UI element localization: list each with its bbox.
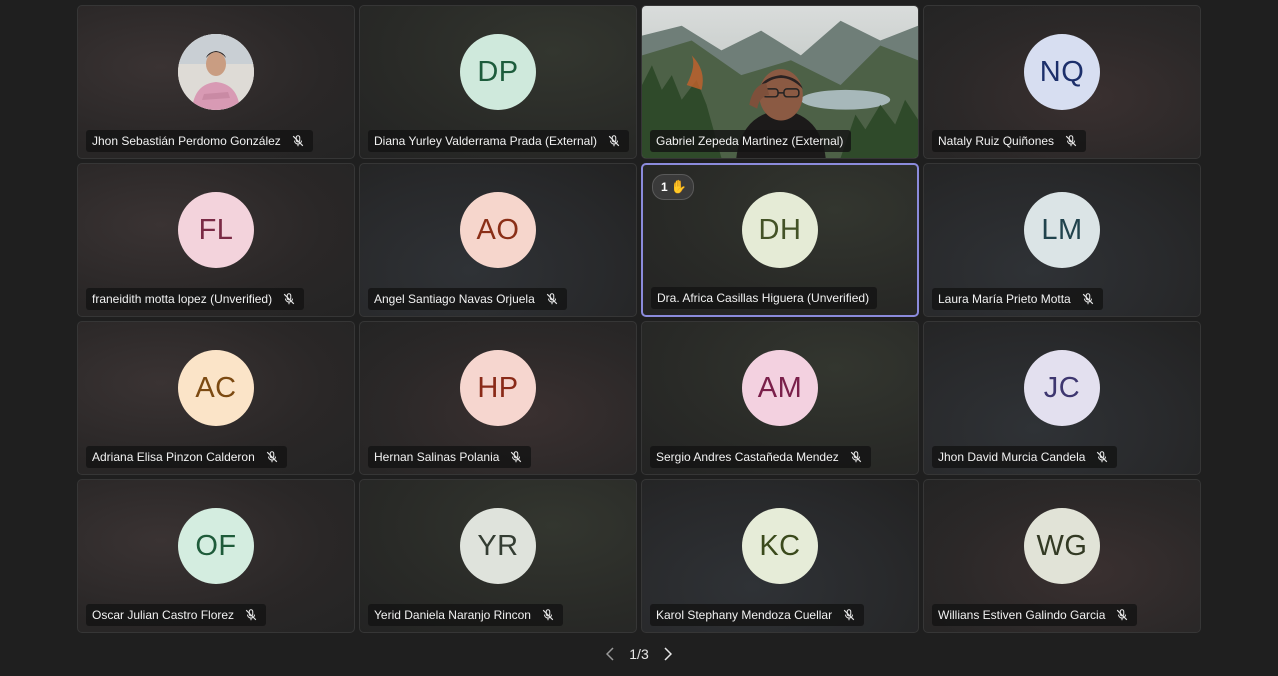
participant-name: Angel Santiago Navas Orjuela (374, 292, 535, 306)
page-indicator: 1/3 (629, 646, 649, 662)
mic-off-icon (1081, 292, 1095, 306)
participant-tile[interactable]: JC Jhon David Murcia Candela (923, 321, 1201, 475)
participant-nameplate: Adriana Elisa Pinzon Calderon (86, 446, 287, 468)
participant-nameplate: Jhon David Murcia Candela (932, 446, 1118, 468)
participant-tile[interactable]: DH 1 ✋ Dra. Africa Casillas Higuera (Unveri… (641, 163, 919, 317)
avatar-initials: NQ (1024, 34, 1100, 110)
mic-off-icon (244, 608, 258, 622)
participant-nameplate: franeidith motta lopez (Unverified) (86, 288, 305, 310)
participant-tile[interactable]: HP Hernan Salinas Polania (359, 321, 637, 475)
participant-nameplate: Karol Stephany Mendoza Cuellar (650, 604, 865, 626)
participant-nameplate: Angel Santiago Navas Orjuela (368, 288, 567, 310)
participant-name: Diana Yurley Valderrama Prada (External) (374, 134, 597, 148)
participant-name: Gabriel Zepeda Martinez (External) (656, 134, 844, 148)
participant-nameplate: Hernan Salinas Polania (368, 446, 532, 468)
raised-hand-icon: ✋ (670, 179, 687, 194)
mic-off-icon (607, 134, 621, 148)
participant-name: Nataly Ruiz Quiñones (938, 134, 1055, 148)
participant-name: Karol Stephany Mendoza Cuellar (656, 608, 833, 622)
chevron-left-icon[interactable] (603, 644, 617, 664)
participant-name: Yerid Daniela Naranjo Rincon (374, 608, 531, 622)
mic-off-icon (541, 608, 555, 622)
raised-hand-count: 1 (661, 180, 668, 194)
mic-off-icon (842, 608, 856, 622)
avatar-initials: FL (178, 192, 254, 268)
mic-off-icon (509, 450, 523, 464)
avatar-initials: AC (178, 350, 254, 426)
participant-nameplate: Willians Estiven Galindo Garcia (932, 604, 1138, 626)
mic-off-icon (545, 292, 559, 306)
avatar-photo (178, 34, 254, 110)
avatar-initials: AM (742, 350, 818, 426)
participant-name: Jhon David Murcia Candela (938, 450, 1086, 464)
participant-tile[interactable]: FL franeidith motta lopez (Unverified) (77, 163, 355, 317)
participant-tile[interactable]: DP Diana Yurley Valderrama Prada (Externa… (359, 5, 637, 159)
participant-name: Laura María Prieto Motta (938, 292, 1071, 306)
participant-nameplate: Diana Yurley Valderrama Prada (External) (368, 130, 629, 152)
participant-tile[interactable]: OF Oscar Julian Castro Florez (77, 479, 355, 633)
avatar-initials: JC (1024, 350, 1100, 426)
participant-nameplate: Gabriel Zepeda Martinez (External) (650, 130, 852, 152)
raised-hand-badge: 1 ✋ (652, 174, 694, 200)
participant-name: Sergio Andres Castañeda Mendez (656, 450, 839, 464)
participant-nameplate: Dra. Africa Casillas Higuera (Unverified… (651, 287, 878, 309)
avatar-initials: HP (460, 350, 536, 426)
participant-tile[interactable]: YR Yerid Daniela Naranjo Rincon (359, 479, 637, 633)
avatar-initials: DP (460, 34, 536, 110)
participant-grid: Jhon Sebastián Perdomo González DP Diana Y… (77, 5, 1201, 634)
participant-name: Hernan Salinas Polania (374, 450, 500, 464)
participant-tile[interactable]: Jhon Sebastián Perdomo González (77, 5, 355, 159)
participant-tile[interactable]: Gabriel Zepeda Martinez (External) (641, 5, 919, 159)
pagination: 1/3 (0, 644, 1278, 664)
participant-name: franeidith motta lopez (Unverified) (92, 292, 273, 306)
participant-tile[interactable]: WG Willians Estiven Galindo Garcia (923, 479, 1201, 633)
participant-tile[interactable]: LM Laura María Prieto Motta (923, 163, 1201, 317)
participant-nameplate: Sergio Andres Castañeda Mendez (650, 446, 871, 468)
participant-name: Jhon Sebastián Perdomo González (92, 134, 281, 148)
mic-off-icon (265, 450, 279, 464)
avatar-initials: AO (460, 192, 536, 268)
avatar-initials: OF (178, 508, 254, 584)
participant-tile[interactable]: AC Adriana Elisa Pinzon Calderon (77, 321, 355, 475)
participant-name: Oscar Julian Castro Florez (92, 608, 235, 622)
avatar-initials: LM (1024, 192, 1100, 268)
mic-off-icon (282, 292, 296, 306)
avatar-initials: DH (742, 192, 818, 268)
participant-nameplate: Oscar Julian Castro Florez (86, 604, 267, 626)
participant-tile[interactable]: AO Angel Santiago Navas Orjuela (359, 163, 637, 317)
chevron-right-icon[interactable] (661, 644, 675, 664)
mic-off-icon (849, 450, 863, 464)
avatar-initials: YR (460, 508, 536, 584)
participant-name: Dra. Africa Casillas Higuera (Unverified… (657, 291, 870, 305)
participant-name: Adriana Elisa Pinzon Calderon (92, 450, 255, 464)
participant-tile[interactable]: NQ Nataly Ruiz Quiñones (923, 5, 1201, 159)
participant-tile[interactable]: AM Sergio Andres Castañeda Mendez (641, 321, 919, 475)
participant-nameplate: Nataly Ruiz Quiñones (932, 130, 1087, 152)
participant-tile[interactable]: KC Karol Stephany Mendoza Cuellar (641, 479, 919, 633)
mic-off-icon (291, 134, 305, 148)
participant-nameplate: Yerid Daniela Naranjo Rincon (368, 604, 563, 626)
participant-nameplate: Laura María Prieto Motta (932, 288, 1103, 310)
avatar-initials: KC (742, 508, 818, 584)
avatar-initials: WG (1024, 508, 1100, 584)
mic-off-icon (1115, 608, 1129, 622)
participant-nameplate: Jhon Sebastián Perdomo González (86, 130, 313, 152)
participant-name: Willians Estiven Galindo Garcia (938, 608, 1106, 622)
mic-off-icon (1095, 450, 1109, 464)
mic-off-icon (1064, 134, 1078, 148)
